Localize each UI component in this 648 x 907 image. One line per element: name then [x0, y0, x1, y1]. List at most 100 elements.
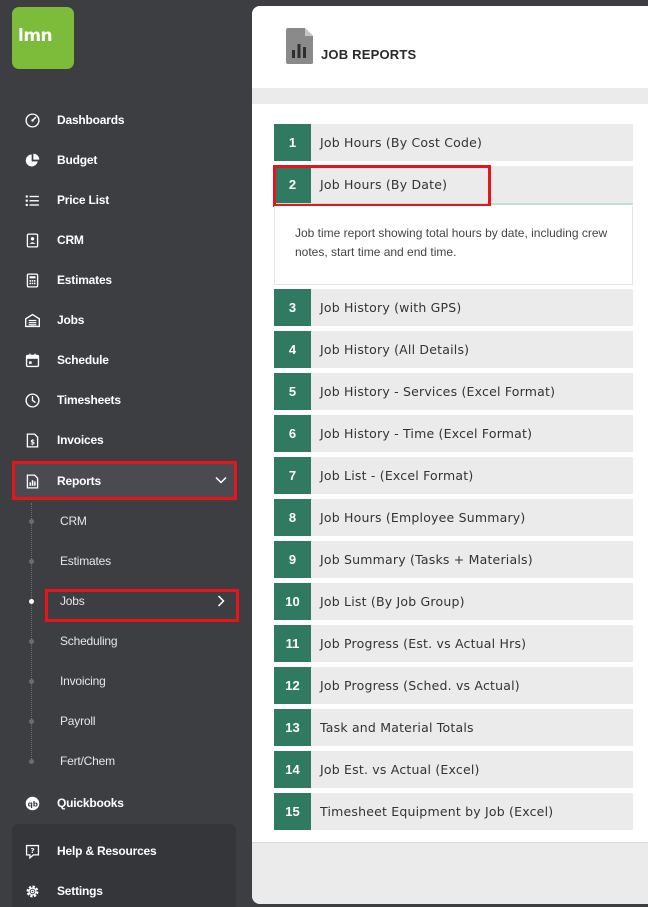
report-row-13[interactable]: 13 Task and Material Totals [274, 709, 633, 746]
report-number: 12 [274, 667, 311, 704]
submenu-item-label: Jobs [60, 594, 85, 608]
report-number: 4 [274, 331, 311, 368]
report-row-4[interactable]: 4 Job History (All Details) [274, 331, 633, 368]
submenu-item-crm[interactable]: CRM [48, 506, 236, 536]
report-number: 11 [274, 625, 311, 662]
submenu-tree-line [31, 503, 32, 763]
report-title: Job Hours (Employee Summary) [320, 510, 526, 525]
page-title: JOB REPORTS [321, 47, 417, 62]
submenu-item-scheduling[interactable]: Scheduling [48, 626, 236, 656]
report-row-10[interactable]: 10 Job List (By Job Group) [274, 583, 633, 620]
submenu-item-payroll[interactable]: Payroll [48, 706, 236, 736]
report-icon [22, 471, 42, 491]
submenu-dot [29, 639, 34, 644]
contact-card-icon [22, 230, 42, 250]
report-title: Job Progress (Est. vs Actual Hrs) [320, 636, 527, 651]
sidebar-item-label: Budget [57, 153, 98, 167]
sidebar-item-dashboards[interactable]: Dashboards [12, 102, 236, 138]
report-row-12[interactable]: 12 Job Progress (Sched. vs Actual) [274, 667, 633, 704]
list-icon [22, 190, 42, 210]
sidebar-item-label: Reports [57, 474, 101, 488]
panel-footer [252, 842, 648, 904]
sidebar-item-label: Help & Resources [57, 844, 157, 858]
sidebar: lmn Dashboards Budget Price List CRM Est… [0, 0, 252, 907]
calendar-icon [22, 350, 42, 370]
report-list: 1 Job Hours (By Cost Code) 2 Job Hours (… [252, 104, 648, 842]
sidebar-item-jobs[interactable]: Jobs [12, 302, 236, 338]
sidebar-item-label: Quickbooks [57, 796, 124, 810]
lmn-logo[interactable]: lmn [12, 7, 74, 69]
report-description: Job time report showing total hours by d… [274, 206, 633, 285]
sidebar-item-price-list[interactable]: Price List [12, 182, 236, 218]
chevron-right-icon [217, 595, 225, 607]
report-number: 6 [274, 415, 311, 452]
report-number: 5 [274, 373, 311, 410]
submenu-dot [29, 759, 34, 764]
sidebar-item-reports[interactable]: Reports [12, 462, 236, 500]
sidebar-item-label: Settings [57, 884, 103, 898]
report-row-14[interactable]: 14 Job Est. vs Actual (Excel) [274, 751, 633, 788]
report-number: 8 [274, 499, 311, 536]
report-title: Job List - (Excel Format) [320, 468, 474, 483]
report-row-2[interactable]: 2 Job Hours (By Date) [274, 166, 633, 205]
report-title: Job Hours (By Cost Code) [320, 135, 483, 150]
report-row-15[interactable]: 15 Timesheet Equipment by Job (Excel) [274, 793, 633, 830]
report-number: 2 [274, 166, 311, 203]
report-number: 15 [274, 793, 311, 830]
sidebar-item-settings[interactable]: Settings [12, 873, 236, 907]
sidebar-item-help-resources[interactable]: ? Help & Resources [12, 833, 236, 869]
report-number: 1 [274, 124, 311, 161]
submenu-item-label: Payroll [60, 714, 96, 728]
clock-icon [22, 390, 42, 410]
svg-text:qb: qb [27, 799, 37, 808]
sidebar-item-label: Timesheets [57, 393, 121, 407]
gauge-icon [22, 110, 42, 130]
chevron-down-icon [215, 476, 227, 484]
submenu-item-label: Invoicing [60, 674, 106, 688]
report-row-6[interactable]: 6 Job History - Time (Excel Format) [274, 415, 633, 452]
sidebar-item-invoices[interactable]: $ Invoices [12, 422, 236, 458]
pie-chart-icon [22, 150, 42, 170]
report-title: Job Hours (By Date) [320, 177, 448, 192]
sidebar-item-estimates[interactable]: Estimates [12, 262, 236, 298]
report-title: Job Summary (Tasks + Materials) [320, 552, 533, 567]
quickbooks-icon: qb [22, 793, 42, 813]
sidebar-item-crm[interactable]: CRM [12, 222, 236, 258]
submenu-item-estimates[interactable]: Estimates [48, 546, 236, 576]
report-document-icon [286, 28, 313, 64]
report-description-text: Job time report showing total hours by d… [295, 226, 608, 259]
svg-text:$: $ [30, 438, 35, 446]
logo-text: lmn [18, 26, 53, 46]
report-row-11[interactable]: 11 Job Progress (Est. vs Actual Hrs) [274, 625, 633, 662]
gear-icon [22, 881, 42, 901]
report-title: Timesheet Equipment by Job (Excel) [320, 804, 554, 819]
invoice-icon: $ [22, 430, 42, 450]
report-number: 3 [274, 289, 311, 326]
report-row-9[interactable]: 9 Job Summary (Tasks + Materials) [274, 541, 633, 578]
sidebar-item-label: Schedule [57, 353, 109, 367]
submenu-item-label: Estimates [60, 554, 111, 568]
help-icon: ? [22, 841, 42, 861]
report-row-5[interactable]: 5 Job History - Services (Excel Format) [274, 373, 633, 410]
sidebar-item-schedule[interactable]: Schedule [12, 342, 236, 378]
submenu-item-fert-chem[interactable]: Fert/Chem [48, 746, 236, 776]
report-row-8[interactable]: 8 Job Hours (Employee Summary) [274, 499, 633, 536]
sidebar-item-timesheets[interactable]: Timesheets [12, 382, 236, 418]
submenu-item-label: Scheduling [60, 634, 118, 648]
sidebar-item-label: Jobs [57, 313, 85, 327]
report-title: Job List (By Job Group) [320, 594, 465, 609]
submenu-dot [29, 559, 34, 564]
report-row-1[interactable]: 1 Job Hours (By Cost Code) [274, 124, 633, 161]
report-row-7[interactable]: 7 Job List - (Excel Format) [274, 457, 633, 494]
report-title: Job History (All Details) [320, 342, 470, 357]
report-number: 10 [274, 583, 311, 620]
report-title: Job Progress (Sched. vs Actual) [320, 678, 520, 693]
report-number: 13 [274, 709, 311, 746]
calculator-icon [22, 270, 42, 290]
garage-icon [22, 310, 42, 330]
submenu-item-jobs[interactable]: Jobs [48, 586, 236, 616]
sidebar-item-budget[interactable]: Budget [12, 142, 236, 178]
sidebar-item-quickbooks[interactable]: qb Quickbooks [12, 785, 236, 821]
submenu-item-invoicing[interactable]: Invoicing [48, 666, 236, 696]
report-row-3[interactable]: 3 Job History (with GPS) [274, 289, 633, 326]
